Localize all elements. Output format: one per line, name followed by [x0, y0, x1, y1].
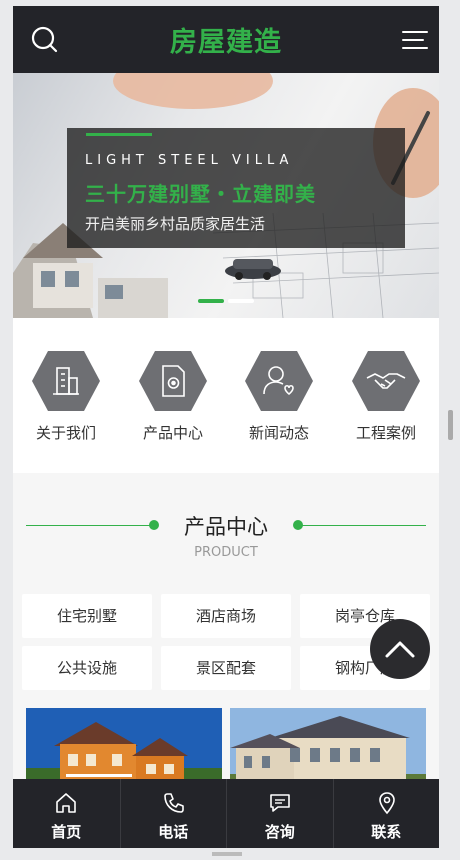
- location-icon: [378, 792, 395, 815]
- menu-icon[interactable]: [399, 24, 431, 56]
- bottom-nav-consult[interactable]: 咨询: [226, 779, 333, 848]
- phone-icon: [163, 793, 184, 813]
- nav-item-news[interactable]: 新闻动态: [234, 350, 324, 443]
- bottom-nav-home[interactable]: 首页: [13, 779, 120, 848]
- bottom-nav-phone-label: 电话: [158, 823, 189, 841]
- bottom-nav-contact-label: 联系: [371, 823, 402, 841]
- bottom-nav-home-label: 首页: [51, 823, 82, 841]
- top-bar: 房屋建造: [13, 6, 439, 73]
- banner-title: 三十万建别墅・立建即美: [85, 182, 316, 206]
- nav-item-cases[interactable]: 工程案例: [341, 350, 431, 443]
- nav-label-about: 关于我们: [35, 424, 96, 442]
- chat-icon: [270, 794, 290, 812]
- nav-item-about[interactable]: 关于我们: [21, 350, 111, 443]
- bottom-nav-phone[interactable]: 电话: [119, 779, 227, 848]
- quick-nav: 关于我们 产品中心 新闻动态 工程案例: [13, 318, 439, 473]
- hero-banner[interactable]: LIGHT STEEL VILLA 三十万建别墅・立建即美 开启美丽乡村品质家居…: [13, 73, 439, 318]
- category-public-facility[interactable]: 公共设施: [22, 646, 152, 690]
- scrollbar-handle[interactable]: [448, 410, 453, 440]
- back-to-top-button[interactable]: [370, 619, 430, 679]
- nav-item-products[interactable]: 产品中心: [128, 350, 218, 443]
- banner-accent-bar: [86, 133, 152, 136]
- bottom-nav-consult-label: 咨询: [264, 823, 295, 841]
- site-logo[interactable]: 房屋建造: [13, 20, 439, 59]
- home-indicator: [212, 852, 242, 856]
- category-hotel-mall[interactable]: 酒店商场: [161, 594, 291, 638]
- carousel-dot-active[interactable]: [198, 299, 224, 303]
- carousel-dot[interactable]: [228, 299, 254, 303]
- banner-subtitle: LIGHT STEEL VILLA: [85, 153, 294, 168]
- bottom-nav: 首页 电话 咨询 联系: [13, 779, 439, 848]
- chevron-up-icon: [385, 641, 415, 658]
- nav-label-cases: 工程案例: [355, 424, 416, 442]
- title-divider-right: [301, 525, 426, 526]
- section-subtitle: PRODUCT: [194, 545, 258, 560]
- banner-description: 开启美丽乡村品质家居生活: [85, 215, 266, 233]
- nav-label-products: 产品中心: [142, 424, 203, 442]
- bottom-nav-contact[interactable]: 联系: [332, 779, 440, 848]
- home-icon: [56, 793, 76, 813]
- category-scenic-facility[interactable]: 景区配套: [161, 646, 291, 690]
- carousel-indicators: [198, 299, 254, 303]
- phone-screen: 房屋建造 LIGHT STEEL VILLA 三十万建别墅・立建即美 开启美丽乡…: [13, 6, 439, 848]
- nav-label-news: 新闻动态: [248, 424, 309, 442]
- category-residential-villa[interactable]: 住宅别墅: [22, 594, 152, 638]
- section-title: 产品中心: [184, 515, 268, 539]
